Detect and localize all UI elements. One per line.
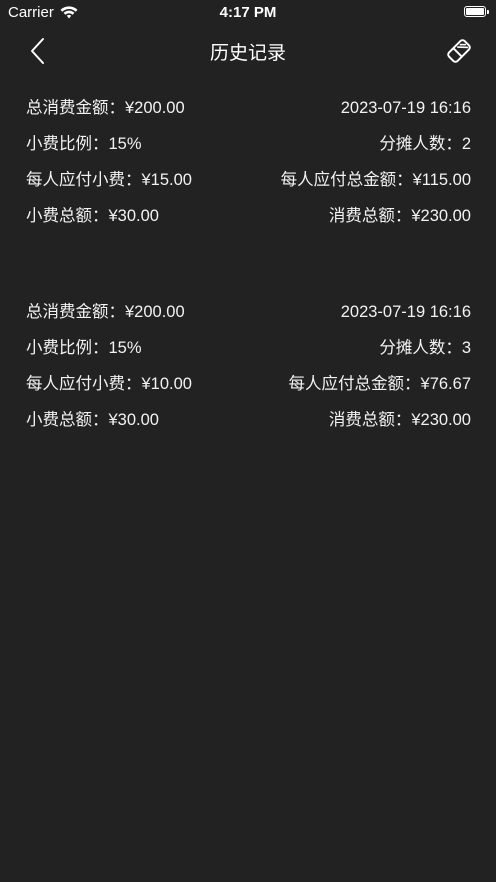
page-title: 历史记录 (209, 43, 286, 64)
tip-total: 小费总额：¥30.00 (26, 411, 159, 429)
total-per-person: 每人应付总金额：¥115.00 (280, 171, 471, 189)
clear-history-button[interactable] (444, 36, 474, 66)
history-record[interactable]: 总消费金额：¥200.00 2023-07-19 16:16 小费比例：15% … (26, 90, 471, 234)
total-amount: 总消费金额：¥200.00 (26, 99, 185, 117)
nav-bar: 历史记录 (0, 26, 496, 76)
record-row: 小费总额：¥30.00 消费总额：¥230.00 (26, 402, 471, 438)
battery-icon (464, 6, 489, 17)
tip-rate: 小费比例：15% (26, 339, 142, 357)
record-row: 每人应付小费：¥15.00 每人应付总金额：¥115.00 (26, 162, 471, 198)
people-count: 分摊人数：3 (379, 339, 471, 357)
record-row: 总消费金额：¥200.00 2023-07-19 16:16 (26, 90, 471, 126)
eraser-icon (447, 39, 471, 63)
grand-total: 消费总额：¥230.00 (328, 411, 471, 429)
battery-level (466, 8, 484, 15)
grand-total: 消费总额：¥230.00 (328, 207, 471, 225)
status-bar: Carrier 4:17 PM (0, 0, 496, 26)
tip-per-person: 每人应付小费：¥10.00 (26, 375, 192, 393)
record-row: 总消费金额：¥200.00 2023-07-19 16:16 (26, 294, 471, 330)
tip-per-person: 每人应付小费：¥15.00 (26, 171, 192, 189)
record-datetime: 2023-07-19 16:16 (340, 99, 471, 117)
total-amount: 总消费金额：¥200.00 (26, 303, 185, 321)
record-row: 小费比例：15% 分摊人数：3 (26, 330, 471, 366)
history-list: 总消费金额：¥200.00 2023-07-19 16:16 小费比例：15% … (26, 90, 471, 498)
tip-rate: 小费比例：15% (26, 135, 142, 153)
record-row: 小费比例：15% 分摊人数：2 (26, 126, 471, 162)
record-row: 每人应付小费：¥10.00 每人应付总金额：¥76.67 (26, 366, 471, 402)
record-row: 小费总额：¥30.00 消费总额：¥230.00 (26, 198, 471, 234)
record-datetime: 2023-07-19 16:16 (340, 303, 471, 321)
tip-total: 小费总额：¥30.00 (26, 207, 159, 225)
status-time: 4:17 PM (219, 4, 277, 21)
total-per-person: 每人应付总金额：¥76.67 (288, 375, 471, 393)
history-record[interactable]: 总消费金额：¥200.00 2023-07-19 16:16 小费比例：15% … (26, 294, 471, 438)
people-count: 分摊人数：2 (379, 135, 471, 153)
